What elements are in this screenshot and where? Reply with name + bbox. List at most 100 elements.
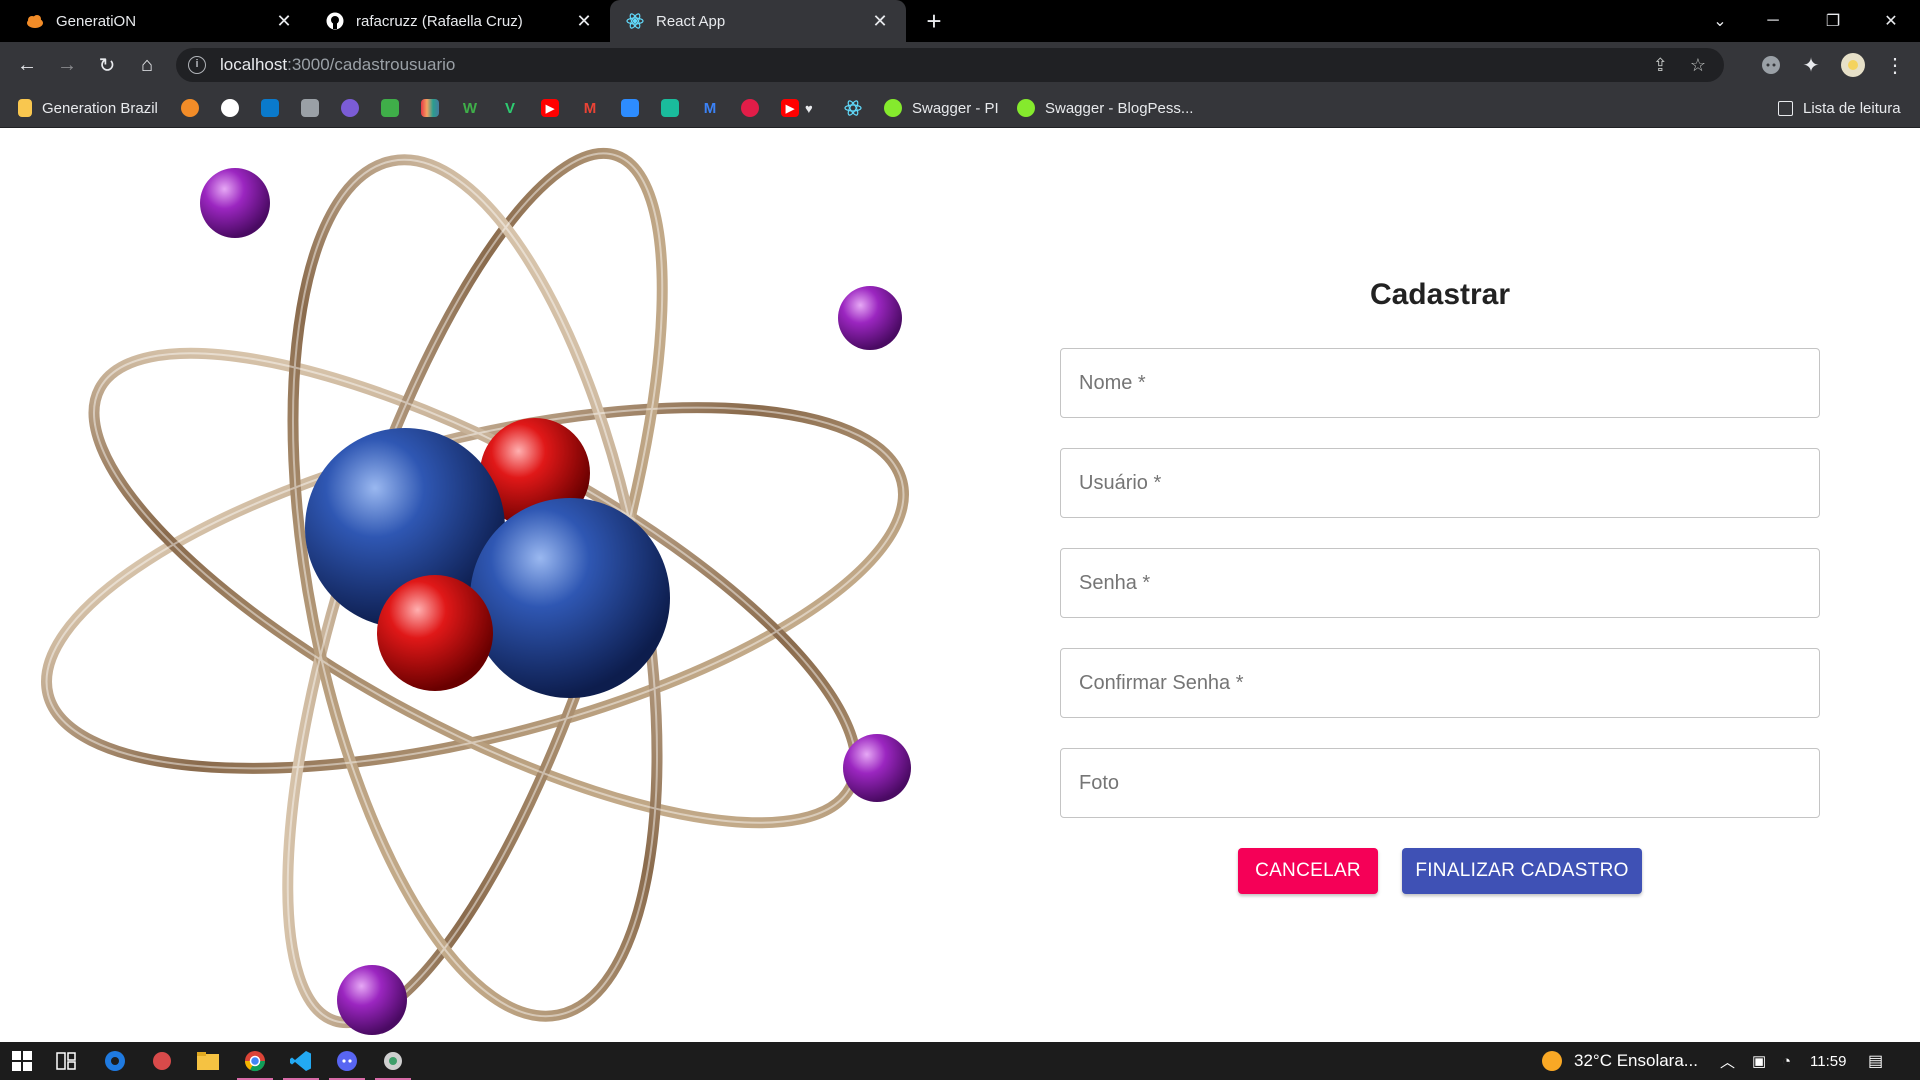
blue-app-icon: M xyxy=(703,99,717,117)
red-app-icon xyxy=(741,99,759,117)
heart-icon: ♥ xyxy=(805,100,813,116)
confirmar-senha-placeholder: Confirmar Senha * xyxy=(1079,671,1244,694)
site-info-icon[interactable]: i xyxy=(188,56,206,74)
youtube-icon: ▶ xyxy=(781,99,799,117)
bookmark-gmail[interactable]: M xyxy=(581,97,599,119)
file-explorer-icon[interactable] xyxy=(186,1042,230,1080)
frog-icon xyxy=(381,99,399,117)
notifications-icon[interactable]: ▤ xyxy=(1868,1042,1883,1080)
bookmark-cloud[interactable] xyxy=(181,97,199,119)
bookmark-star-icon[interactable]: ☆ xyxy=(1690,55,1706,76)
bookmark-youtube-heart[interactable]: ▶ ♥ xyxy=(781,97,813,119)
pinned-app-taskbar-icon[interactable] xyxy=(371,1042,415,1080)
new-tab-button[interactable]: + xyxy=(920,8,948,36)
weather-widget[interactable]: 32°C Ensolara... xyxy=(1540,1042,1698,1080)
forward-button[interactable]: → xyxy=(52,50,82,80)
bookmarks-bar: Generation Brazil W V ▶ M M ▶ ♥ Swagger -… xyxy=(0,88,1920,128)
react-icon xyxy=(844,99,862,117)
folder-icon xyxy=(18,99,32,117)
zoom-icon xyxy=(621,99,639,117)
atom-illustration xyxy=(41,147,911,1035)
bookmark-zoom[interactable] xyxy=(621,97,639,119)
v-icon: V xyxy=(504,99,515,117)
finish-signup-button[interactable]: FINALIZAR CADASTRO xyxy=(1402,848,1642,894)
bookmark-owl[interactable] xyxy=(341,97,359,119)
nome-input[interactable]: Nome * xyxy=(1060,348,1820,418)
bookmark-react[interactable] xyxy=(844,97,862,119)
bookmark-youtube[interactable]: ▶ xyxy=(541,97,559,119)
foto-input[interactable]: Foto xyxy=(1060,748,1820,818)
tab-react-app[interactable]: React App ✕ xyxy=(610,0,906,42)
foto-placeholder: Foto xyxy=(1079,771,1120,794)
tab-generation[interactable]: GeneratiON ✕ xyxy=(10,0,310,42)
youtube-icon: ▶ xyxy=(541,99,559,117)
minimize-button[interactable]: ─ xyxy=(1750,0,1796,42)
tray-overflow-icon[interactable]: ︿ xyxy=(1720,1042,1735,1080)
weather-text: 32°C Ensolara... xyxy=(1574,1051,1698,1070)
github-icon xyxy=(326,12,344,30)
tab-github[interactable]: rafacruzz (Rafaella Cruz) ✕ xyxy=(310,0,610,42)
chrome-taskbar-icon[interactable] xyxy=(233,1042,277,1080)
back-button[interactable]: ← xyxy=(12,50,42,80)
tab-title: React App xyxy=(656,12,726,30)
bookmark-w[interactable]: W xyxy=(461,97,479,119)
senha-input[interactable]: Senha * xyxy=(1060,548,1820,618)
form-title: Cadastrar xyxy=(1369,278,1511,311)
teal-app-icon xyxy=(661,99,679,117)
cancel-button[interactable]: CANCELAR xyxy=(1238,848,1378,894)
home-button[interactable]: ⌂ xyxy=(132,50,162,80)
bookmark-swagger-pi[interactable]: Swagger - PI xyxy=(884,97,999,119)
confirmar-senha-input[interactable]: Confirmar Senha * xyxy=(1060,648,1820,718)
bookmark-red[interactable] xyxy=(741,97,759,119)
windows-start-icon[interactable] xyxy=(0,1042,44,1080)
task-view-icon[interactable] xyxy=(44,1042,88,1080)
usuario-placeholder: Usuário * xyxy=(1079,471,1162,494)
close-icon[interactable]: ✕ xyxy=(574,11,594,31)
bookmark-app[interactable] xyxy=(301,97,319,119)
cloud-icon xyxy=(181,99,199,117)
tab-title: rafacruzz (Rafaella Cruz) xyxy=(356,12,523,30)
bookmark-teal[interactable] xyxy=(661,97,679,119)
clock[interactable]: 11:59 xyxy=(1810,1042,1846,1080)
reading-list-button[interactable]: Lista de leitura xyxy=(1778,97,1901,119)
senha-placeholder: Senha * xyxy=(1079,571,1151,594)
gmail-icon: M xyxy=(583,99,597,117)
share-icon[interactable]: ⇪ xyxy=(1653,55,1668,76)
app-taskbar-icon[interactable] xyxy=(140,1042,184,1080)
swagger-icon xyxy=(884,99,902,117)
tab-search-icon[interactable]: ⌄ xyxy=(1697,0,1743,42)
close-icon[interactable]: ✕ xyxy=(870,11,890,31)
sun-icon xyxy=(1542,1051,1562,1071)
reload-button[interactable]: ↻ xyxy=(92,50,122,80)
address-bar[interactable]: i localhost:3000/cadastrousuario ⇪ ☆ xyxy=(176,48,1724,82)
bookmark-generation-brazil[interactable]: Generation Brazil xyxy=(18,97,158,119)
edge-taskbar-icon[interactable] xyxy=(93,1042,137,1080)
color-grid-icon xyxy=(421,99,439,117)
bookmark-swagger-blogpess[interactable]: Swagger - BlogPess... xyxy=(1017,97,1193,119)
cloud-orange-icon xyxy=(26,12,44,30)
bookmark-github[interactable] xyxy=(221,97,239,119)
menu-icon[interactable]: ⋮ xyxy=(1880,50,1910,80)
swagger-icon xyxy=(1017,99,1035,117)
bookmark-vscode[interactable] xyxy=(261,97,279,119)
vscode-icon xyxy=(261,99,279,117)
owl-icon xyxy=(341,99,359,117)
bookmark-color-grid[interactable] xyxy=(421,97,439,119)
profile-avatar[interactable] xyxy=(1838,50,1868,80)
close-icon[interactable]: ✕ xyxy=(274,11,294,31)
react-icon xyxy=(626,12,644,30)
bookmark-blue[interactable]: M xyxy=(701,97,719,119)
discord-extension-icon[interactable] xyxy=(1756,50,1786,80)
usuario-input[interactable]: Usuário * xyxy=(1060,448,1820,518)
restore-button[interactable]: ❐ xyxy=(1810,0,1856,42)
wifi-icon[interactable]: ◔ xyxy=(1782,1042,1791,1080)
window-close-button[interactable]: ✕ xyxy=(1868,0,1914,42)
bookmark-frog[interactable] xyxy=(381,97,399,119)
browser-toolbar: ← → ↻ ⌂ i localhost:3000/cadastrousuario… xyxy=(0,42,1920,88)
meet-icon[interactable]: ▣ xyxy=(1752,1042,1766,1080)
tab-title: GeneratiON xyxy=(56,12,137,30)
vscode-taskbar-icon[interactable] xyxy=(279,1042,323,1080)
discord-taskbar-icon[interactable] xyxy=(325,1042,369,1080)
bookmark-vuetify[interactable]: V xyxy=(501,97,519,119)
extensions-icon[interactable]: ✦ xyxy=(1796,50,1826,80)
